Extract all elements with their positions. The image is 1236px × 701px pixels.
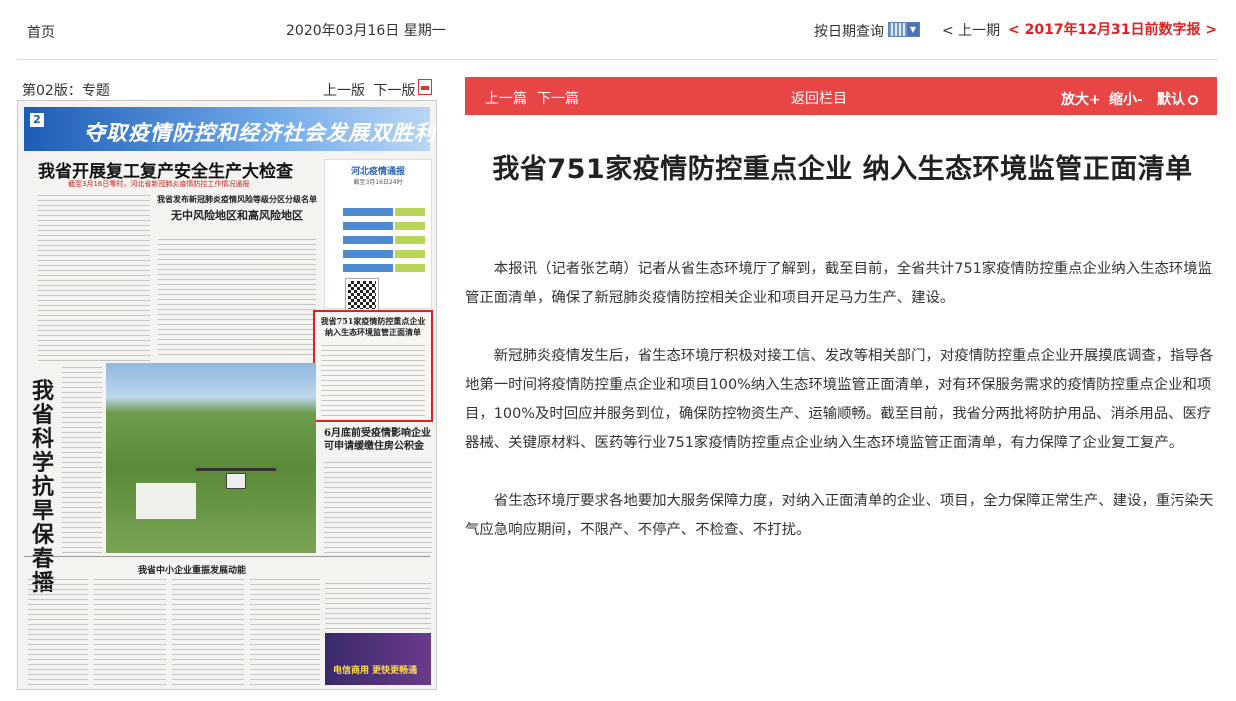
article-paragraph: 省生态环境厅要求各地要加大服务保障力度，对纳入正面清单的企业、项目，全力保障正常… — [465, 493, 1214, 538]
text-column — [62, 363, 102, 553]
article-paragraph: 新冠肺炎疫情发生后，省生态环境厅积极对接工信、发改等相关部门，对疫情防控重点企业… — [465, 348, 1214, 451]
text-column — [250, 579, 320, 685]
page-number: 2 — [30, 113, 44, 127]
newspaper-page-image[interactable]: 2 夺取疫情防控和经济社会发展双胜利 我省开展复工复产安全生产大检查 截至3月1… — [17, 100, 437, 690]
drone-icon — [196, 468, 276, 494]
chart-bar — [395, 222, 425, 230]
text-column — [325, 579, 431, 629]
chart-bar — [343, 222, 393, 230]
telecom-advertisement: 电信商用 更快更畅通 — [325, 633, 431, 685]
text-column — [28, 579, 88, 685]
zoom-out-button[interactable]: 缩小- — [1109, 89, 1143, 109]
zoom-in-button[interactable]: 放大+ — [1061, 89, 1101, 109]
reset-icon — [1188, 95, 1198, 105]
article-title: 我省751家疫情防控重点企业 纳入生态环境监管正面清单 — [492, 154, 1193, 185]
text-column — [38, 191, 150, 361]
chart-bar — [343, 236, 393, 244]
current-date: 2020年03月16日 星期一 — [286, 23, 446, 39]
chart-bar — [395, 236, 425, 244]
page-banner: 2 夺取疫情防控和经济社会发展双胜利 — [24, 107, 435, 151]
article-toolbar: 上一篇 下一篇 返回栏目 放大+ 缩小- 默认 — [465, 77, 1217, 115]
chart-bar — [343, 208, 393, 216]
edition-label: 第02版：专题 — [22, 83, 110, 99]
chart-bar — [343, 250, 393, 258]
digital-archive-link[interactable]: < 2017年12月31日前数字报 > — [1008, 19, 1217, 39]
search-by-date-label: 按日期查询 — [814, 24, 884, 40]
next-article-button[interactable]: 下一篇 — [537, 88, 579, 108]
provident-fund-headline[interactable]: 6月底前受疫情影响企业可申请缓缴住房公积金 — [324, 427, 434, 453]
selected-article-box[interactable]: 我省751家疫情防控重点企业 纳入生态环境监管正面清单 — [313, 310, 433, 422]
vertical-headline[interactable]: 我省科学抗旱保春播 — [32, 379, 62, 595]
photo-caption — [136, 483, 196, 519]
default-size-button[interactable]: 默认 — [1157, 89, 1198, 109]
section-divider — [24, 556, 430, 557]
page-navigation: 上一版 下一版 — [323, 80, 419, 100]
prev-page-link[interactable]: 上一版 — [323, 83, 365, 99]
chart-bar — [395, 264, 425, 272]
text-column — [324, 459, 432, 553]
back-to-column-button[interactable]: 返回栏目 — [791, 88, 847, 108]
article-body: 本报讯（记者张艺萌）记者从省生态环境厅了解到，截至目前，全省共计751家疫情防控… — [465, 255, 1217, 574]
next-page-link[interactable]: 下一版 — [373, 83, 415, 99]
prev-issue-link[interactable]: < 上一期 — [942, 20, 1000, 40]
risk-list-headline[interactable]: 我省发布新冠肺炎疫情风险等级分区分级名单 无中风险地区和高风险地区 — [156, 194, 318, 230]
sme-headline[interactable]: 我省中小企业重振发展动能 — [138, 563, 246, 576]
banner-title: 夺取疫情防控和经济社会发展双胜利 — [84, 121, 436, 145]
home-link[interactable]: 首页 — [27, 22, 55, 42]
qr-code-icon — [345, 278, 379, 312]
calendar-icon[interactable]: ▼ — [888, 22, 920, 37]
pdf-icon[interactable] — [418, 79, 432, 95]
lead-subheadline: 截至3月16日零时，河北省新冠肺炎疫情防控工作情况通报 — [68, 180, 250, 188]
header-divider — [17, 59, 1218, 60]
farm-drone-photo — [106, 363, 316, 553]
article-paragraph: 本报讯（记者张艺萌）记者从省生态环境厅了解到，截至目前，全省共计751家疫情防控… — [465, 261, 1213, 306]
epidemic-chart[interactable]: 河北疫情通报 截至3月16日24时 — [324, 159, 432, 309]
text-column — [172, 579, 244, 685]
text-column — [158, 235, 316, 355]
chart-bar — [395, 250, 425, 258]
chart-bar — [395, 208, 425, 216]
top-bar: 首页 2020年03月16日 星期一 按日期查询 ▼ < 上一期 < 2017年… — [0, 0, 1236, 58]
text-column — [94, 579, 166, 685]
prev-article-button[interactable]: 上一篇 — [485, 88, 527, 108]
chart-bar — [343, 264, 393, 272]
